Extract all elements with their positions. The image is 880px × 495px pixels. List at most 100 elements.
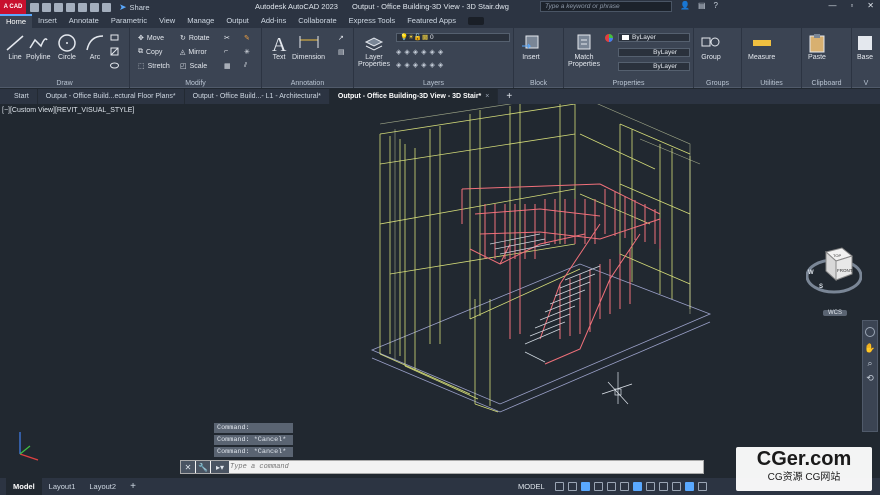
tab-view[interactable]: View bbox=[153, 14, 181, 28]
search-input[interactable]: Type a keyword or phrase bbox=[540, 1, 672, 12]
grid-icon[interactable] bbox=[554, 482, 564, 491]
tab-parametric[interactable]: Parametric bbox=[105, 14, 153, 28]
selection-cycling-icon[interactable] bbox=[671, 482, 681, 491]
panel-groups-label[interactable]: Groups bbox=[694, 80, 741, 87]
paste-tool[interactable]: Paste bbox=[806, 32, 828, 61]
zoom-icon[interactable]: ⌕ bbox=[863, 358, 877, 369]
group-tool[interactable]: Group bbox=[700, 32, 722, 61]
snap-icon[interactable] bbox=[567, 482, 577, 491]
annotation-visibility-icon[interactable] bbox=[684, 482, 694, 491]
command-input[interactable] bbox=[230, 463, 670, 471]
save-as-icon[interactable] bbox=[66, 2, 75, 12]
copy-button[interactable]: ⧉ Copy bbox=[138, 48, 162, 56]
scale-button[interactable]: ◰ Scale bbox=[180, 62, 207, 71]
recent-commands-icon[interactable]: ▸▾ bbox=[211, 461, 229, 473]
tab-express-tools[interactable]: Express Tools bbox=[343, 14, 402, 28]
circle-tool[interactable]: Circle bbox=[56, 32, 78, 61]
polyline-tool[interactable]: Polyline bbox=[26, 32, 51, 61]
wcs-menu[interactable]: WCS bbox=[823, 310, 847, 316]
polar-icon[interactable] bbox=[593, 482, 603, 491]
account-icon[interactable]: 👤 bbox=[680, 1, 690, 10]
color-dropdown[interactable]: ByLayer bbox=[618, 33, 690, 42]
hatch-tool[interactable] bbox=[110, 47, 119, 56]
tab-add-ins[interactable]: Add-ins bbox=[255, 14, 292, 28]
stretch-button[interactable]: ⬚ Stretch bbox=[138, 62, 170, 71]
object-snap-icon[interactable] bbox=[632, 482, 642, 491]
panel-view-label[interactable]: V bbox=[852, 80, 880, 87]
isodraft-icon[interactable] bbox=[606, 482, 616, 491]
share-button[interactable]: ➤ Share bbox=[119, 2, 150, 13]
array-button[interactable]: ▦ bbox=[224, 62, 231, 70]
close-tab-icon[interactable]: × bbox=[485, 93, 489, 100]
close-command-line-icon[interactable]: ✕ bbox=[181, 461, 195, 473]
transparency-icon[interactable] bbox=[658, 482, 668, 491]
cart-icon[interactable]: ▤ bbox=[698, 1, 706, 10]
open-file-icon[interactable] bbox=[42, 2, 51, 12]
ortho-icon[interactable] bbox=[580, 482, 590, 491]
tab-collaborate[interactable]: Collaborate bbox=[292, 14, 342, 28]
dimension-tool[interactable]: Dimension bbox=[292, 32, 325, 61]
lineweight-dropdown[interactable]: ByLayer bbox=[618, 62, 690, 71]
move-button[interactable]: ✥ Move bbox=[138, 34, 164, 43]
doc-tab-3d-stair[interactable]: Output - Office Building-3D View - 3D St… bbox=[329, 89, 499, 104]
tab-layout2[interactable]: Layout2 bbox=[82, 478, 123, 495]
doc-tab-l1-architectural[interactable]: Output - Office Build...- L1 - Architect… bbox=[185, 89, 330, 104]
tab-output[interactable]: Output bbox=[220, 14, 255, 28]
table-button[interactable]: ▤ bbox=[338, 48, 345, 56]
erase-button[interactable]: ✎ bbox=[244, 34, 250, 42]
viewcube[interactable]: TOP FRONT W S bbox=[806, 244, 862, 304]
close-icon[interactable]: ✕ bbox=[867, 1, 874, 10]
insert-tool[interactable]: Insert bbox=[520, 32, 542, 61]
panel-utilities-label[interactable]: Utilities bbox=[742, 80, 801, 87]
panel-clipboard-label[interactable]: Clipboard bbox=[802, 80, 851, 87]
trim-button[interactable]: ✂ bbox=[224, 34, 230, 42]
arc-tool[interactable]: Arc bbox=[84, 32, 106, 61]
tab-manage[interactable]: Manage bbox=[181, 14, 220, 28]
color-wheel-icon[interactable] bbox=[604, 33, 614, 43]
pan-icon[interactable]: ✋ bbox=[863, 343, 877, 354]
redo-icon[interactable] bbox=[102, 2, 111, 12]
layer-tools-row1[interactable]: ◈◈◈◈◈◈ bbox=[396, 48, 446, 56]
navigation-bar[interactable]: ✋ ⌕ ⟲ bbox=[862, 320, 878, 432]
panel-properties-label[interactable]: Properties bbox=[564, 80, 693, 87]
match-properties-tool[interactable]: Match Properties bbox=[566, 32, 602, 68]
base-tool[interactable]: Base bbox=[854, 32, 876, 61]
line-tool[interactable]: Line bbox=[4, 32, 26, 61]
model-space-toggle[interactable]: MODEL bbox=[518, 482, 545, 491]
ribbon-toggle-button[interactable] bbox=[467, 17, 484, 25]
add-layout-button[interactable]: + bbox=[123, 478, 143, 495]
panel-block-label[interactable]: Block bbox=[514, 80, 563, 87]
explode-button[interactable]: ✳ bbox=[244, 48, 250, 56]
mirror-button[interactable]: ◬ Mirror bbox=[180, 48, 207, 57]
doc-tab-start[interactable]: Start bbox=[6, 89, 38, 104]
panel-modify-label[interactable]: Modify bbox=[130, 80, 261, 87]
customize-icon[interactable]: 🔧 bbox=[196, 461, 210, 473]
measure-tool[interactable]: Measure bbox=[748, 32, 775, 61]
steering-wheel-icon[interactable] bbox=[865, 327, 875, 337]
tab-home[interactable]: Home bbox=[0, 14, 33, 28]
fillet-button[interactable]: ⌐ bbox=[224, 48, 228, 55]
autocad-logo[interactable]: A CAD bbox=[0, 0, 26, 14]
object-snap-tracking-icon[interactable] bbox=[619, 482, 629, 491]
plot-icon[interactable] bbox=[78, 2, 87, 12]
lineweight-icon[interactable] bbox=[645, 482, 655, 491]
offset-button[interactable]: ⫽ bbox=[244, 62, 247, 70]
layer-tools-row2[interactable]: ◈◈◈◈◈◈ bbox=[396, 61, 446, 69]
panel-layers-label[interactable]: Layers bbox=[354, 80, 513, 87]
layer-dropdown[interactable]: 💡☀🔓▩ 0 bbox=[396, 33, 510, 42]
maximize-icon[interactable]: ▫ bbox=[850, 1, 853, 10]
linetype-dropdown[interactable]: ByLayer bbox=[618, 48, 690, 57]
tab-featured-apps[interactable]: Featured Apps bbox=[401, 14, 462, 28]
new-tab-button[interactable]: + bbox=[498, 91, 520, 102]
text-tool[interactable]: A Text bbox=[268, 32, 290, 61]
tab-model[interactable]: Model bbox=[6, 478, 42, 495]
rotate-button[interactable]: ↻ Rotate bbox=[180, 34, 210, 43]
rectangle-tool[interactable] bbox=[110, 33, 119, 42]
tab-layout1[interactable]: Layout1 bbox=[42, 478, 83, 495]
help-icon[interactable]: ? bbox=[714, 1, 718, 10]
tab-annotate[interactable]: Annotate bbox=[63, 14, 105, 28]
ellipse-tool[interactable] bbox=[110, 61, 119, 70]
doc-tab-floor-plans[interactable]: Output - Office Build...ectural Floor Pl… bbox=[38, 89, 185, 104]
minimize-icon[interactable]: — bbox=[828, 1, 836, 10]
tab-insert[interactable]: Insert bbox=[32, 14, 63, 28]
